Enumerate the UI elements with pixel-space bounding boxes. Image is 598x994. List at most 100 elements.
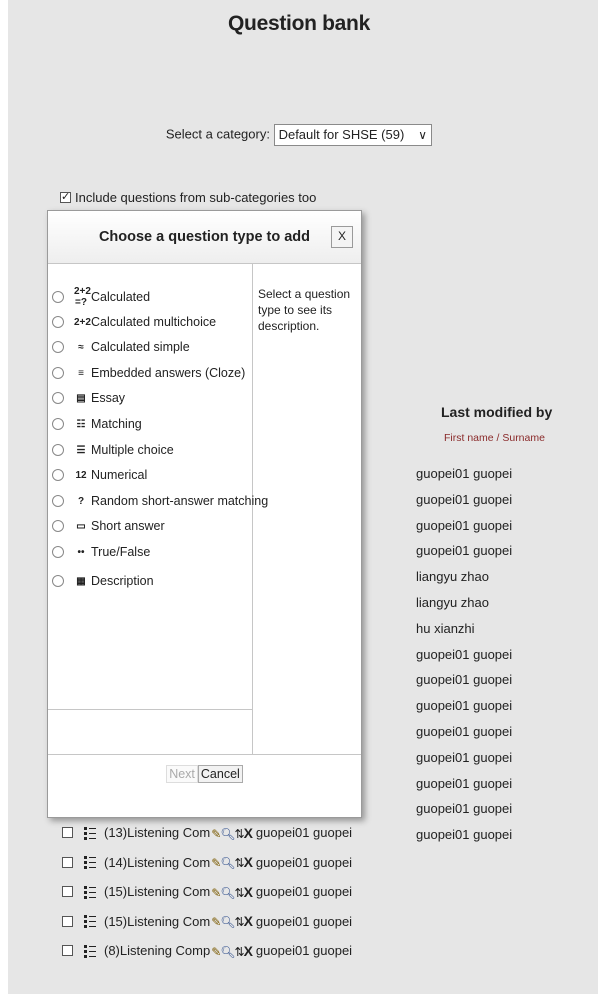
type-description: Select a question type to see its descri… (258, 287, 351, 333)
move-icon[interactable]: ⇅ (235, 856, 245, 870)
question-type-label: Short answer (91, 519, 165, 533)
question-type-option[interactable]: ☷ Matching (52, 414, 142, 434)
row-actions: ✎🔍︎⇅X (211, 884, 253, 900)
question-type-option[interactable]: ▤ Essay (52, 388, 125, 408)
delete-icon[interactable]: X (244, 825, 253, 841)
radio-button[interactable] (52, 469, 64, 481)
row-select-checkbox[interactable] (62, 856, 73, 868)
row-select-checkbox[interactable] (62, 827, 73, 839)
question-type-icon: ≡ (78, 367, 84, 379)
radio-button[interactable] (52, 341, 64, 353)
question-type-dialog: Choose a question type to add X 2+2 =? Cal… (47, 210, 362, 818)
row-select-checkbox[interactable] (62, 915, 73, 927)
question-type-option[interactable]: ▭ Short answer (52, 516, 165, 536)
edit-icon[interactable]: ✎ (211, 886, 221, 900)
row-actions: ✎🔍︎⇅X (211, 943, 253, 959)
cancel-button[interactable]: Cancel (197, 765, 243, 783)
row-select-checkbox[interactable] (62, 945, 73, 957)
radio-button[interactable] (52, 575, 64, 587)
question-type-icon: ▦ (76, 575, 86, 587)
edit-icon[interactable]: ✎ (211, 827, 221, 841)
radio-button[interactable] (52, 546, 64, 558)
question-name: (15)Listening Com (104, 884, 211, 900)
multichoice-icon (84, 914, 96, 929)
last-modified-cell: liangyu zhao (416, 594, 489, 610)
created-by: guopei01 guopei (255, 854, 353, 870)
last-modified-cell: guopei01 guopei (416, 517, 513, 533)
move-icon[interactable]: ⇅ (235, 915, 245, 929)
question-type-option[interactable]: ≈ Calculated simple (52, 337, 190, 357)
question-type-label: Description (91, 574, 154, 588)
last-modified-cell: guopei01 guopei (416, 698, 513, 714)
radio-button[interactable] (52, 316, 64, 328)
include-subcategories-checkbox[interactable] (60, 190, 71, 203)
options-divider (48, 709, 252, 710)
last-modified-cell: hu xianzhi (416, 620, 475, 636)
dialog-body: 2+2 =? Calculated 2+2 Calculated multichoice… (48, 264, 361, 755)
edit-icon[interactable]: ✎ (211, 856, 221, 870)
question-type-option[interactable]: •• True/False (52, 542, 150, 562)
last-modified-header: Last modified by (441, 404, 553, 420)
created-by: guopei01 guopei (255, 913, 353, 929)
question-type-icon: ☷ (76, 418, 86, 430)
question-type-icon: ≈ (78, 341, 84, 353)
radio-button[interactable] (52, 444, 64, 456)
preview-icon[interactable]: 🔍︎ (220, 886, 235, 900)
next-button[interactable]: Next (166, 765, 198, 783)
category-select[interactable]: Default for SHSE (59) ∨ (273, 124, 433, 146)
question-name: (14)Listening Com (104, 854, 211, 870)
last-modified-cell: guopei01 guopei (416, 749, 513, 765)
edit-icon[interactable]: ✎ (211, 915, 221, 929)
question-type-icon: 2+2 (74, 316, 91, 328)
radio-button[interactable] (52, 291, 64, 303)
preview-icon[interactable]: 🔍︎ (220, 827, 235, 841)
question-type-option[interactable]: ? Random short-answer matching (52, 491, 268, 511)
question-type-option[interactable]: ▦ Description (52, 571, 154, 591)
row-actions: ✎🔍︎⇅X (211, 854, 253, 870)
table-row: (15)Listening Com ✎🔍︎⇅X guopei01 guopei (62, 907, 352, 937)
radio-button[interactable] (52, 418, 64, 430)
question-type-option[interactable]: ≡ Embedded answers (Cloze) (52, 363, 245, 383)
include-subcategories-label: Include questions from sub-categories to… (75, 190, 317, 205)
question-type-option[interactable]: 2+2 =? Calculated (52, 286, 150, 308)
dialog-header: Choose a question type to add X (48, 211, 361, 264)
last-modified-cell: guopei01 guopei (416, 723, 513, 739)
last-modified-cell: guopei01 guopei (416, 827, 513, 843)
question-type-option[interactable]: ☰ Multiple choice (52, 440, 174, 460)
question-type-label: Numerical (91, 468, 148, 482)
delete-icon[interactable]: X (244, 884, 253, 900)
dialog-footer: Next Cancel (48, 765, 361, 783)
move-icon[interactable]: ⇅ (235, 945, 245, 959)
delete-icon[interactable]: X (244, 854, 253, 870)
question-type-option[interactable]: 2+2 Calculated multichoice (52, 312, 216, 332)
multichoice-icon (84, 885, 96, 899)
radio-button[interactable] (52, 495, 64, 507)
last-modified-cell: guopei01 guopei (416, 466, 513, 481)
close-button[interactable]: X (331, 226, 353, 248)
question-name: (15)Listening Com (104, 913, 211, 929)
last-modified-cell: liangyu zhao (416, 569, 489, 585)
question-type-icon: 12 (75, 469, 87, 481)
delete-icon[interactable]: X (244, 913, 253, 929)
created-by: guopei01 guopei (255, 943, 353, 959)
question-type-icon: 2+2 =? (74, 286, 91, 308)
question-type-icon: ▤ (76, 392, 86, 404)
radio-button[interactable] (52, 367, 64, 379)
edit-icon[interactable]: ✎ (211, 945, 221, 959)
preview-icon[interactable]: 🔍︎ (220, 915, 235, 929)
radio-button[interactable] (52, 520, 64, 532)
move-icon[interactable]: ⇅ (235, 827, 245, 841)
question-type-option[interactable]: 12 Numerical (52, 465, 147, 485)
question-type-icon: •• (77, 546, 85, 558)
chevron-down-icon: ∨ (418, 128, 428, 142)
radio-button[interactable] (52, 392, 64, 404)
created-by: guopei01 guopei (255, 884, 353, 900)
multichoice-icon (84, 855, 96, 870)
preview-icon[interactable]: 🔍︎ (220, 945, 235, 959)
question-type-label: Embedded answers (Cloze) (91, 366, 246, 380)
row-select-checkbox[interactable] (62, 886, 73, 898)
delete-icon[interactable]: X (244, 943, 253, 959)
preview-icon[interactable]: 🔍︎ (220, 856, 235, 870)
move-icon[interactable]: ⇅ (235, 886, 245, 900)
last-modified-sort-links[interactable]: First name / Surname (444, 432, 545, 444)
